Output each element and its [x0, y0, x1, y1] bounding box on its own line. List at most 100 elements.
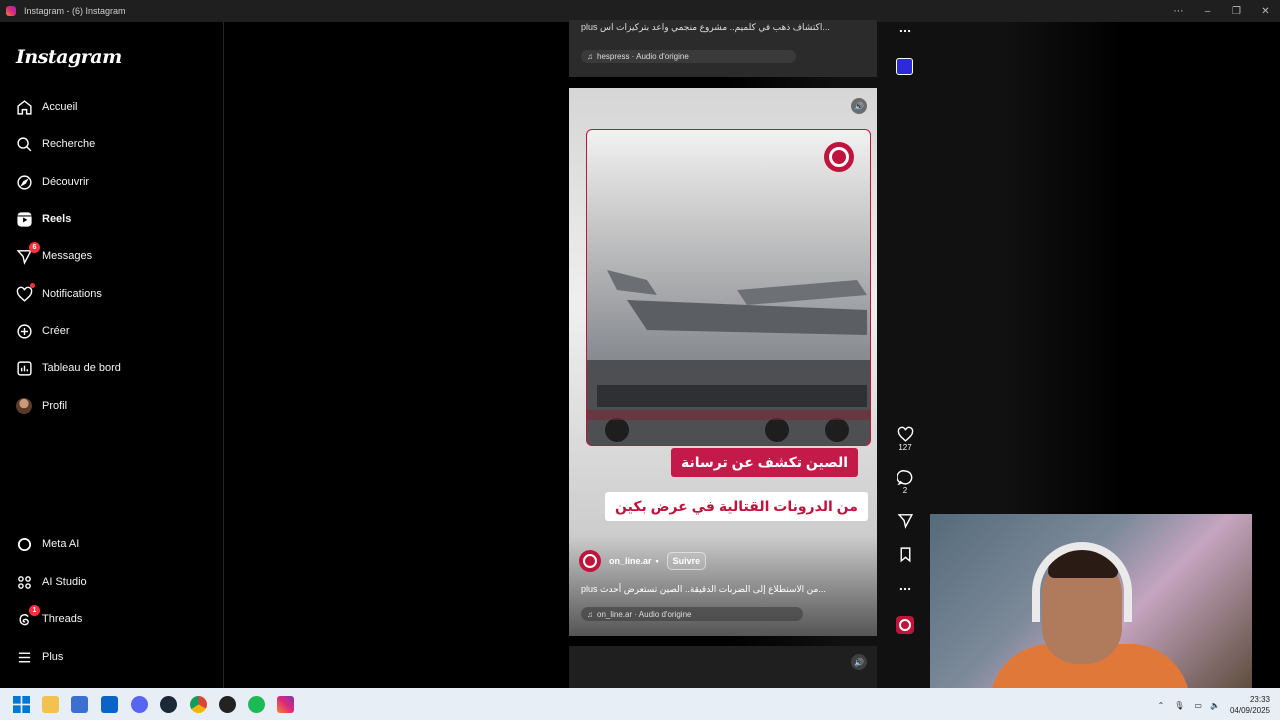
chevron-up-icon[interactable]: ⌃: [1158, 701, 1165, 710]
sidebar-item-label: Notifications: [42, 288, 102, 300]
sidebar-item-label: Threads: [42, 613, 83, 625]
sidebar-item-meta-ai[interactable]: Meta AI: [14, 529, 210, 559]
dashboard-icon: [14, 358, 34, 378]
spotify-icon[interactable]: [248, 696, 265, 713]
instagram-app-icon: [6, 6, 16, 16]
headline-line-2: من الدرونات القتالية في عرض بكين: [605, 492, 868, 521]
notification-dot: [30, 283, 35, 288]
instagram-taskbar-icon[interactable]: [277, 696, 294, 713]
share-button[interactable]: [894, 512, 916, 529]
sidebar-item-label: Plus: [42, 651, 64, 663]
follow-button[interactable]: Suivre: [666, 552, 707, 570]
like-button[interactable]: 127: [894, 426, 916, 452]
separator-dot: •: [655, 556, 659, 566]
music-note-icon: ♫: [587, 609, 593, 619]
author-avatar[interactable]: [579, 550, 601, 572]
comment-count: 2: [902, 486, 908, 495]
store-icon[interactable]: [71, 696, 88, 713]
author-username[interactable]: on_line.ar: [609, 556, 652, 566]
comment-button[interactable]: 2: [894, 469, 916, 495]
sidebar-item-ai-studio[interactable]: AI Studio: [14, 567, 210, 597]
reel-actions: 127 2: [884, 22, 924, 688]
avatar: [16, 398, 32, 414]
steam-icon[interactable]: [160, 696, 177, 713]
volume-icon[interactable]: 🔊: [851, 98, 867, 114]
minimize-button[interactable]: –: [1193, 0, 1222, 22]
sidebar-item-threads[interactable]: 1 Threads: [14, 604, 210, 634]
reel-caption[interactable]: plus اكتشاف ذهب في كلميم.. مشروع منجمي و…: [581, 22, 830, 33]
audio-link[interactable]: ♫ on_line.ar · Audio d'origine: [581, 607, 803, 621]
music-note-icon: ♫: [587, 52, 593, 61]
compass-icon: [14, 172, 34, 192]
reel-video[interactable]: [586, 129, 871, 446]
sidebar-item-tableau-de-bord[interactable]: Tableau de bord: [14, 353, 210, 383]
author-row: on_line.ar • Suivre: [579, 550, 707, 572]
reel-caption[interactable]: plus من الاستطلاع إلى الضربات الدقيقة.. …: [581, 584, 826, 595]
bookmark-icon: [900, 547, 910, 563]
more-icon[interactable]: ⋯: [1164, 0, 1193, 22]
sidebar-item-notifications[interactable]: Notifications: [14, 279, 210, 309]
microphone-icon[interactable]: 🎙: [1174, 701, 1184, 710]
sidebar-item-accueil[interactable]: Accueil: [14, 92, 210, 122]
sidebar-item-profil[interactable]: Profil: [14, 391, 210, 421]
sidebar-item-label: Meta AI: [42, 538, 80, 550]
sidebar-item-label: Profil: [42, 400, 68, 412]
taskbar: ⌃ 🎙 ▭ 🔈 23:33 04/09/2025: [0, 688, 1280, 720]
window-titlebar: Instagram - (6) Instagram ⋯ – ❐ ✕: [0, 0, 1280, 22]
audio-label: on_line.ar · Audio d'origine: [597, 609, 692, 619]
drone-image: [587, 270, 870, 445]
sidebar-item-label: Tableau de bord: [42, 362, 121, 374]
messages-badge: 6: [29, 242, 40, 253]
prev-audio-thumbnail[interactable]: [896, 58, 913, 75]
current-reel[interactable]: 🔊 الصين تكشف عن ترسانة من الدرونات القتا…: [569, 88, 877, 636]
heart-icon: [897, 426, 913, 442]
close-button[interactable]: ✕: [1251, 0, 1280, 22]
maximize-button[interactable]: ❐: [1222, 0, 1251, 22]
sidebar-item-recherche[interactable]: Recherche: [14, 129, 210, 159]
file-explorer-icon[interactable]: [42, 696, 59, 713]
search-icon: [14, 134, 34, 154]
sidebar-item-label: Accueil: [42, 101, 78, 113]
sidebar-item-label: AI Studio: [42, 576, 87, 588]
discord-icon[interactable]: [131, 696, 148, 713]
sidebar-item-label: Créer: [42, 325, 70, 337]
webcam-overlay: [930, 514, 1252, 694]
sidebar-item-reels[interactable]: Reels: [14, 204, 210, 234]
threads-badge: 1: [29, 605, 40, 616]
messenger-icon: 6: [14, 242, 40, 266]
previous-reel[interactable]: plus اكتشاف ذهب في كلميم.. مشروع منجمي و…: [569, 20, 877, 77]
clock[interactable]: 23:33 04/09/2025: [1230, 694, 1270, 716]
comment-icon: [896, 470, 912, 486]
like-count: 127: [898, 443, 912, 452]
volume-icon[interactable]: 🔈: [1210, 701, 1220, 710]
volume-icon[interactable]: 🔊: [851, 654, 867, 670]
sidebar: Instagram Accueil Recherche Découvrir Re…: [0, 22, 224, 688]
heart-icon: [14, 283, 35, 304]
sidebar-item-decouvrir[interactable]: Découvrir: [14, 167, 210, 197]
sidebar-item-creer[interactable]: Créer: [14, 316, 210, 346]
outlook-icon[interactable]: [101, 696, 118, 713]
app-icon[interactable]: [219, 696, 236, 713]
instagram-logo[interactable]: Instagram: [16, 46, 122, 68]
send-icon: [897, 514, 913, 529]
audio-link[interactable]: ♫ hespress · Audio d'origine: [581, 50, 796, 63]
sidebar-item-messages[interactable]: 6 Messages: [14, 241, 210, 271]
more-options-icon[interactable]: [894, 24, 916, 38]
headset: [1032, 542, 1132, 622]
sidebar-item-label: Messages: [42, 250, 93, 262]
windows-start-icon[interactable]: [13, 696, 30, 713]
sidebar-item-plus[interactable]: Plus: [14, 642, 210, 672]
menu-icon: [14, 647, 34, 667]
save-button[interactable]: [894, 546, 916, 563]
audio-thumbnail[interactable]: [896, 616, 914, 634]
sidebar-item-label: Reels: [42, 213, 72, 225]
chrome-icon[interactable]: [190, 696, 207, 713]
audio-label: hespress · Audio d'origine: [597, 52, 689, 61]
ai-studio-icon: [14, 572, 34, 592]
network-icon[interactable]: ▭: [1194, 701, 1202, 710]
sidebar-item-label: Découvrir: [42, 176, 90, 188]
threads-icon: 1: [14, 605, 40, 629]
headline-line-1: الصين تكشف عن ترسانة: [671, 448, 859, 477]
more-options-icon[interactable]: [894, 582, 916, 596]
system-tray: ⌃ 🎙 ▭ 🔈 23:33 04/09/2025: [1158, 694, 1270, 716]
